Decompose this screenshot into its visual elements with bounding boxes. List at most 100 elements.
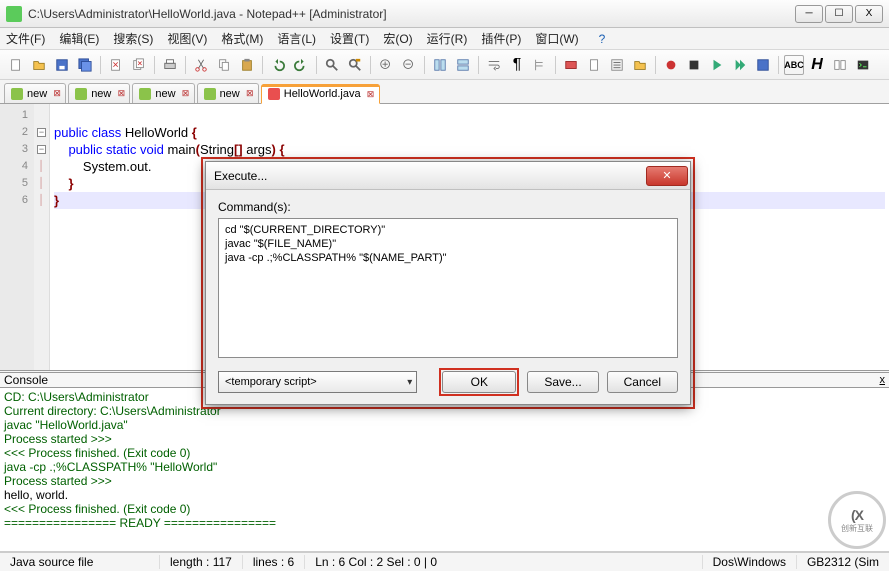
menu-run[interactable]: 运行(R) [427,30,468,47]
commands-textarea[interactable]: cd "$(CURRENT_DIRECTORY)" javac "$(FILE_… [218,218,678,358]
tab-close-icon[interactable]: ⊠ [116,89,126,99]
doc-map-icon[interactable] [584,55,604,75]
sync-h-icon[interactable] [453,55,473,75]
fold-margin[interactable]: −−│││ [34,104,50,370]
tab[interactable]: new ⊠ [132,83,194,103]
record-icon[interactable] [661,55,681,75]
menu-format[interactable]: 格式(M) [221,30,263,47]
stop-icon[interactable] [684,55,704,75]
cut-icon[interactable] [191,55,211,75]
console-title: Console [4,373,48,387]
menu-help[interactable]: ? [599,32,606,46]
tab-icon [139,88,151,100]
tab-icon [11,88,23,100]
tab-icon [268,88,280,100]
menu-language[interactable]: 语言(L) [277,30,316,47]
close-button[interactable]: X [855,5,883,23]
print-icon[interactable] [160,55,180,75]
tab-label: new [220,88,240,100]
menu-plugins[interactable]: 插件(P) [481,30,521,47]
sync-v-icon[interactable] [430,55,450,75]
menu-view[interactable]: 视图(V) [167,30,207,47]
tab-label: HelloWorld.java [284,88,361,100]
tab-close-icon[interactable]: ⊠ [181,89,191,99]
toolbar: ¶ ABC H [0,50,889,80]
statusbar: Java source file length : 117 lines : 6 … [0,551,889,571]
save-button[interactable]: Save... [527,371,598,393]
console-close-icon[interactable]: x [880,374,886,386]
dialog-highlight: Execute... ✕ Command(s): cd "$(CURRENT_D… [201,157,695,409]
cancel-button[interactable]: Cancel [607,371,678,393]
watermark: (X 创新互联 [828,491,886,549]
dialog-titlebar[interactable]: Execute... ✕ [206,162,690,190]
tab[interactable]: HelloWorld.java ⊠ [261,84,380,104]
spellcheck-icon[interactable]: ABC [784,55,804,75]
tab-icon [75,88,87,100]
execute-dialog: Execute... ✕ Command(s): cd "$(CURRENT_D… [205,161,691,405]
menu-macro[interactable]: 宏(O) [383,30,412,47]
menu-edit[interactable]: 编辑(E) [59,30,99,47]
play-multi-icon[interactable] [730,55,750,75]
func-list-icon[interactable] [607,55,627,75]
menu-search[interactable]: 搜索(S) [113,30,153,47]
status-encoding: GB2312 (Sim [797,555,889,569]
dialog-footer: <temporary script> OK Save... Cancel [218,368,678,396]
tab[interactable]: new ⊠ [68,83,130,103]
minimize-button[interactable]: ─ [795,5,823,23]
wrap-icon[interactable] [484,55,504,75]
save-icon[interactable] [52,55,72,75]
menu-window[interactable]: 窗口(W) [535,30,578,47]
window-buttons: ─ ☐ X [795,5,883,23]
paste-icon[interactable] [237,55,257,75]
save-all-icon[interactable] [75,55,95,75]
tab-close-icon[interactable]: ⊠ [245,89,255,99]
close-all-icon[interactable] [129,55,149,75]
undo-icon[interactable] [268,55,288,75]
menu-settings[interactable]: 设置(T) [330,30,369,47]
zoom-in-icon[interactable] [376,55,396,75]
maximize-button[interactable]: ☐ [825,5,853,23]
menu-file[interactable]: 文件(F) [6,30,45,47]
all-chars-icon[interactable]: ¶ [507,55,527,75]
tab-label: new [155,88,175,100]
new-icon[interactable] [6,55,26,75]
status-length: length : 117 [160,555,243,569]
dialog-close-button[interactable]: ✕ [646,166,688,186]
dialog-title: Execute... [214,169,267,183]
window-title: C:\Users\Administrator\HelloWorld.java -… [28,7,795,21]
tab[interactable]: new⊠ [4,83,66,103]
redo-icon[interactable] [291,55,311,75]
tab-label: new [91,88,111,100]
lang-icon[interactable] [561,55,581,75]
compare-icon[interactable] [830,55,850,75]
script-combo[interactable]: <temporary script> [218,371,417,393]
folder-icon[interactable] [630,55,650,75]
indent-guide-icon[interactable] [530,55,550,75]
titlebar: C:\Users\Administrator\HelloWorld.java -… [0,0,889,28]
save-macro-icon[interactable] [753,55,773,75]
open-icon[interactable] [29,55,49,75]
find-icon[interactable] [322,55,342,75]
zoom-out-icon[interactable] [399,55,419,75]
menubar: 文件(F) 编辑(E) 搜索(S) 视图(V) 格式(M) 语言(L) 设置(T… [0,28,889,50]
tab[interactable]: new ⊠ [197,83,259,103]
tab-close-icon[interactable]: ⊠ [52,89,62,99]
commands-label: Command(s): [218,200,678,214]
status-eol: Dos\Windows [703,555,797,569]
ok-highlight: OK [439,368,519,396]
nppexec-icon[interactable] [853,55,873,75]
h-icon[interactable]: H [807,55,827,75]
replace-icon[interactable] [345,55,365,75]
app-icon [6,6,22,22]
script-combo-value: <temporary script> [225,376,317,388]
close-file-icon[interactable] [106,55,126,75]
tab-close-icon[interactable]: ⊠ [366,89,376,99]
console[interactable]: CD: C:\Users\AdministratorCurrent direct… [0,388,889,532]
status-pos: Ln : 6 Col : 2 Sel : 0 | 0 [305,555,702,569]
line-numbers: 123456 [0,104,34,370]
tabbar: new⊠new⊠new⊠new⊠HelloWorld.java⊠ [0,80,889,104]
copy-icon[interactable] [214,55,234,75]
play-icon[interactable] [707,55,727,75]
ok-button[interactable]: OK [442,371,516,393]
status-type: Java source file [0,555,160,569]
